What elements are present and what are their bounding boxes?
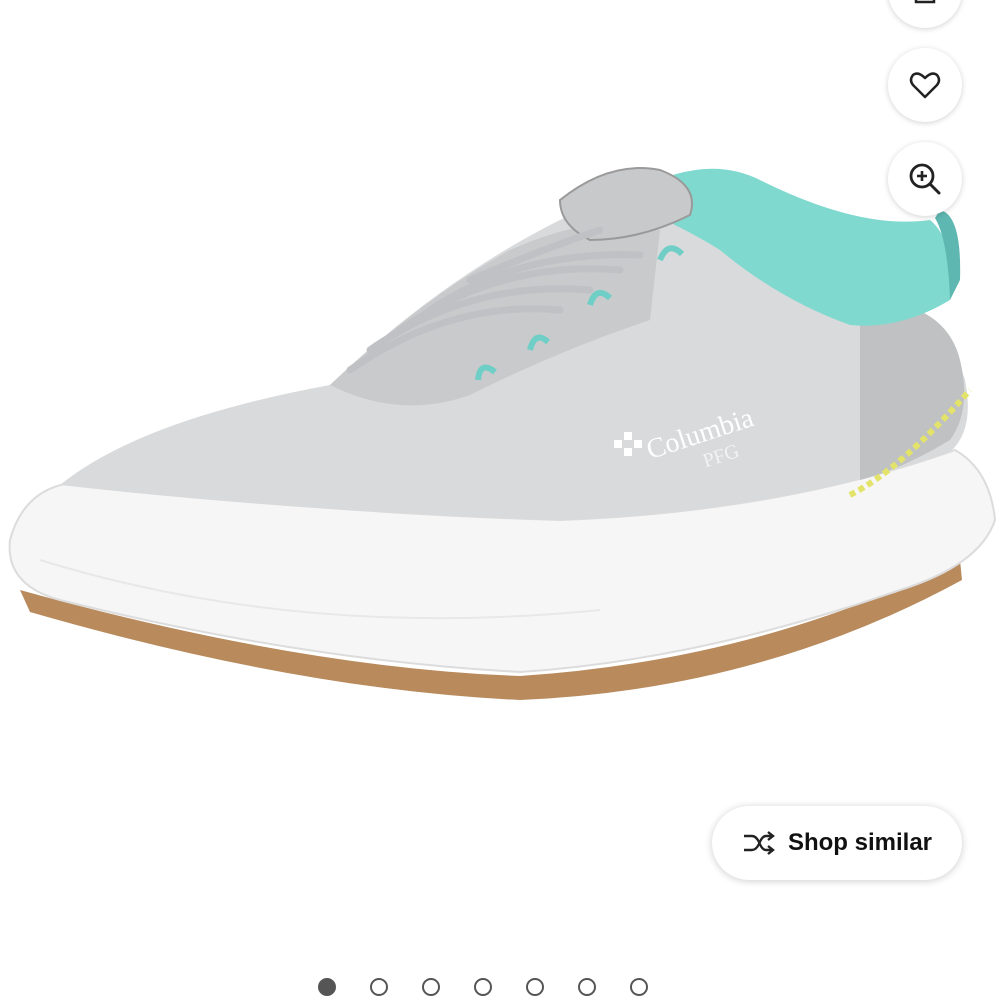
carousel-dot[interactable] xyxy=(370,978,388,996)
carousel-dot[interactable] xyxy=(422,978,440,996)
share-icon xyxy=(914,0,936,4)
favorite-button[interactable] xyxy=(888,48,962,122)
heart-icon xyxy=(909,72,941,99)
zoom-button[interactable] xyxy=(888,142,962,216)
carousel-dot[interactable] xyxy=(526,978,544,996)
shop-similar-label: Shop similar xyxy=(787,829,933,856)
carousel-dot[interactable] xyxy=(318,978,336,996)
zoom-in-icon xyxy=(909,163,941,195)
shop-similar-button[interactable]: Shop similar xyxy=(712,806,962,880)
carousel-pagination xyxy=(318,978,648,996)
carousel-dot[interactable] xyxy=(474,978,492,996)
carousel-dot[interactable] xyxy=(630,978,648,996)
carousel-dot[interactable] xyxy=(578,978,596,996)
shuffle-icon xyxy=(743,831,775,855)
